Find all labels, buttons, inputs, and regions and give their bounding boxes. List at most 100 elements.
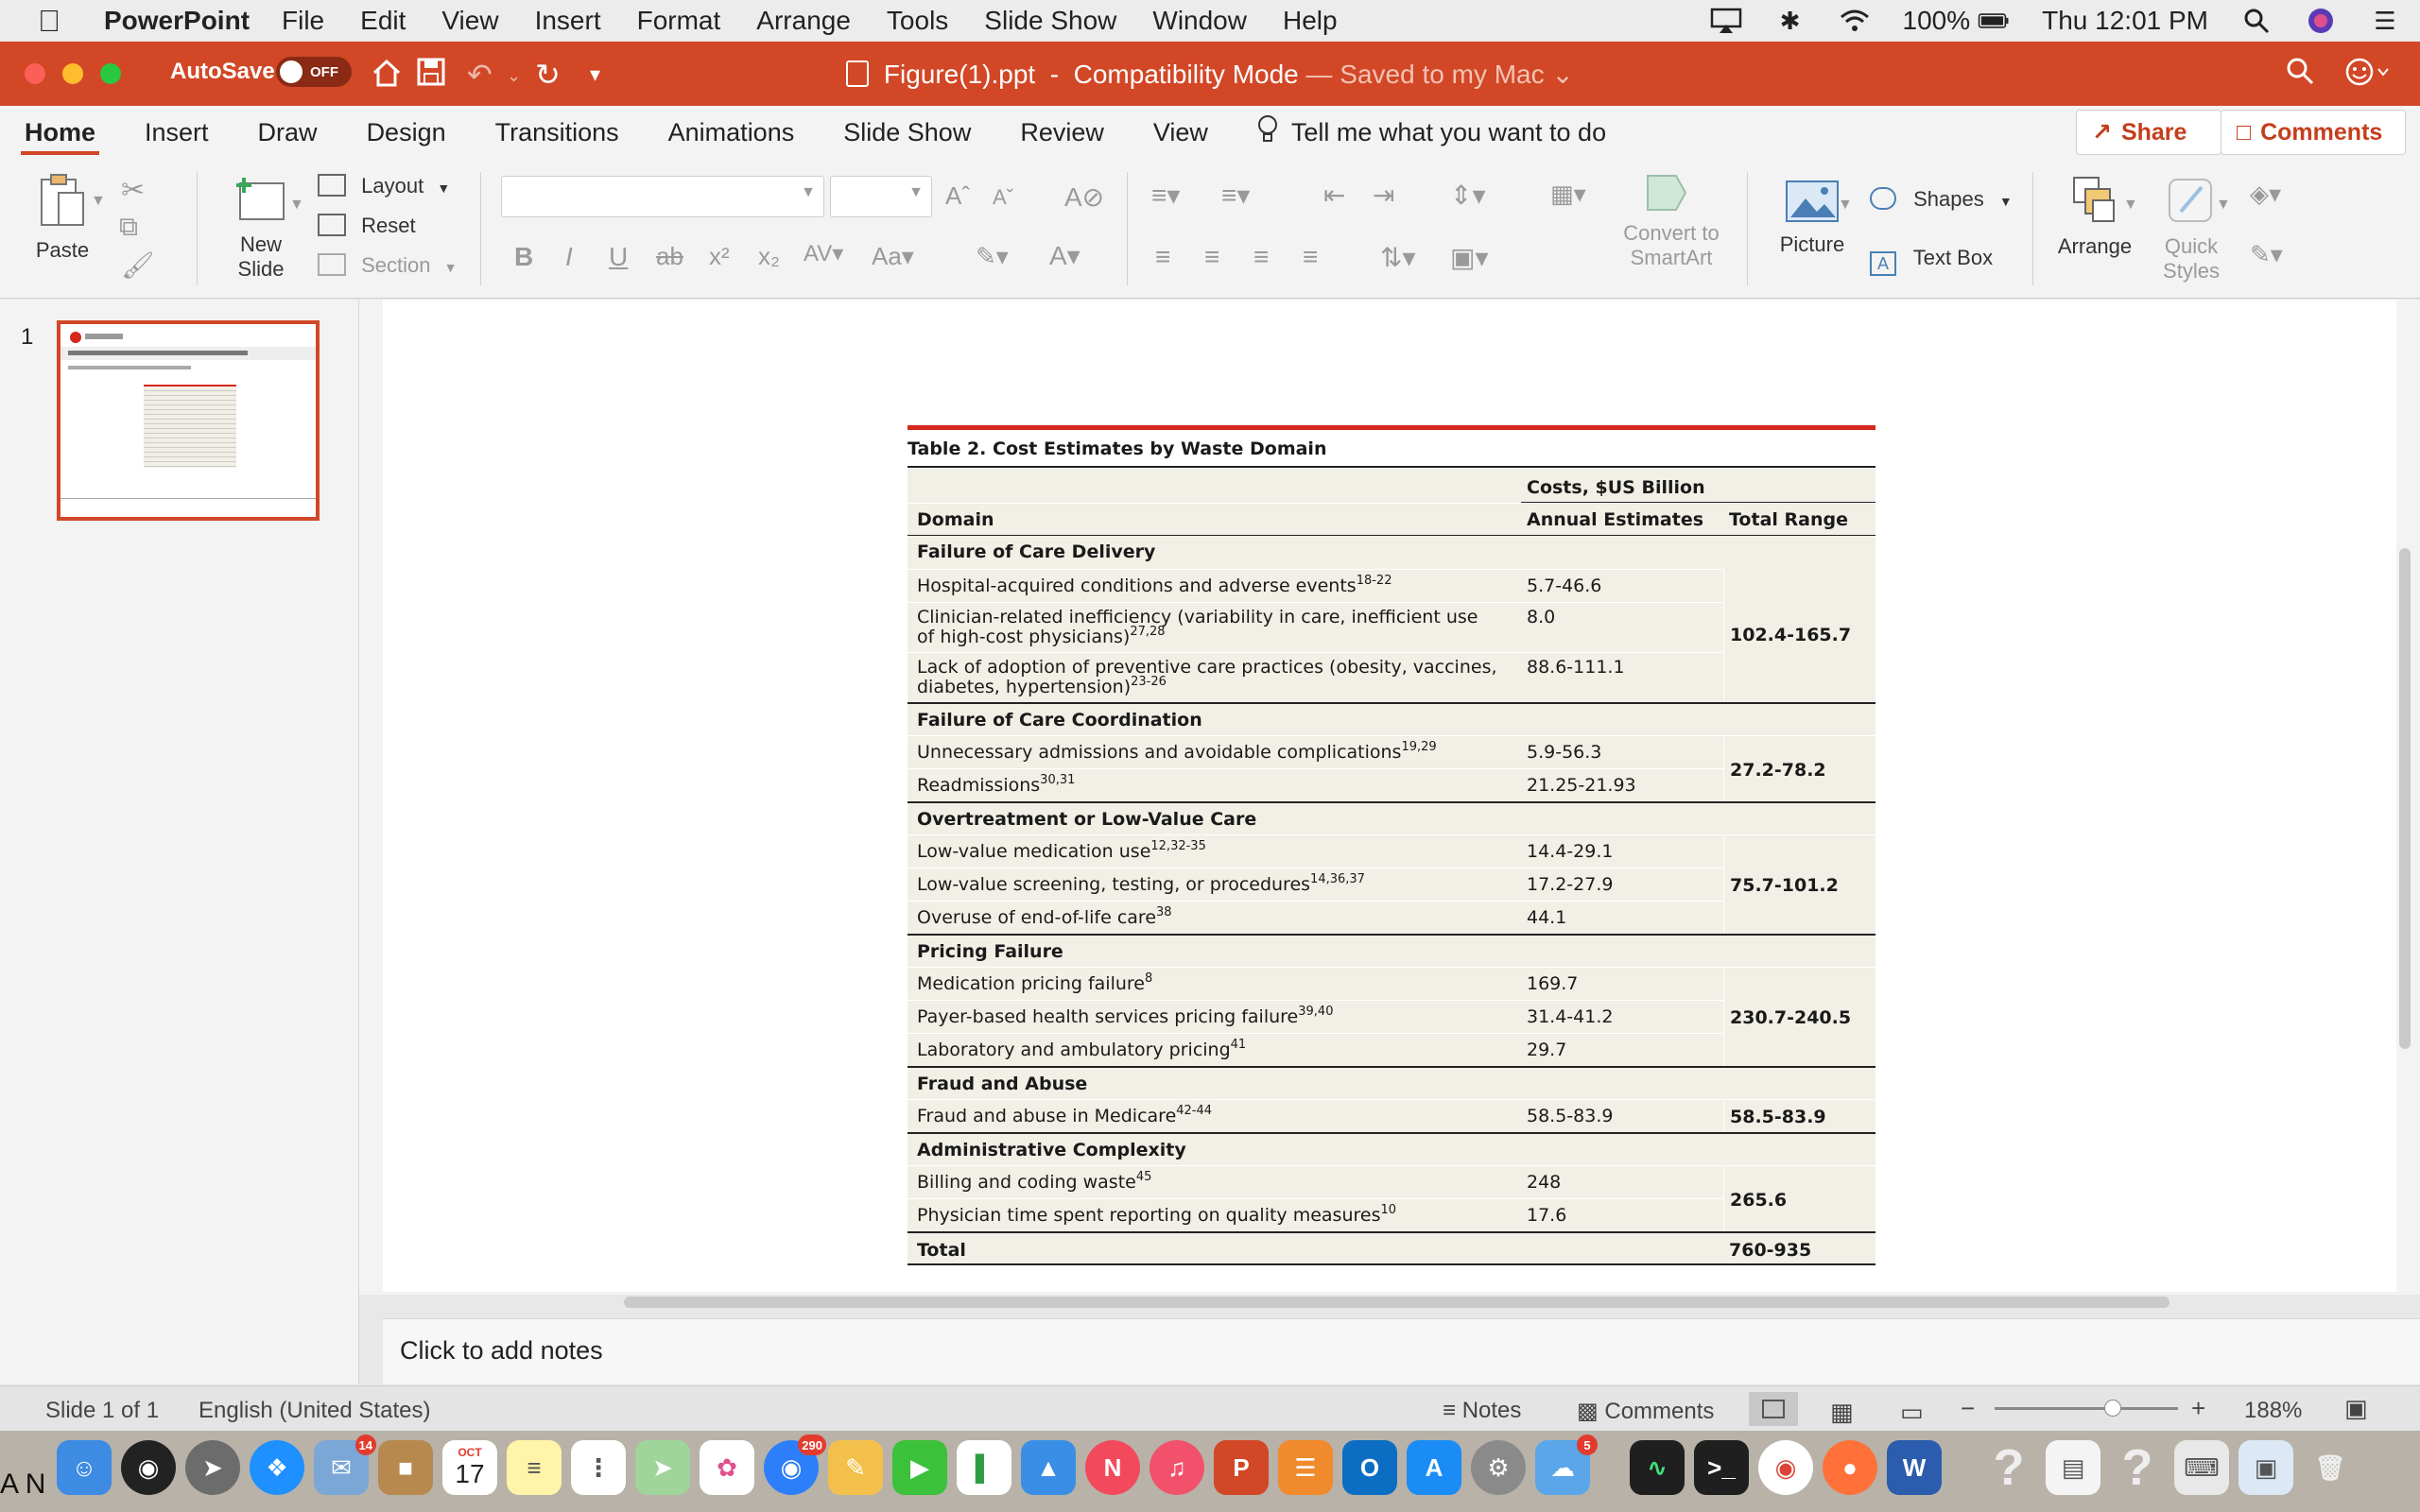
menu-help[interactable]: Help xyxy=(1283,6,1338,36)
powerpoint-icon[interactable]: P xyxy=(1214,1440,1269,1495)
undo-icon[interactable]: ↶ xyxy=(467,57,493,93)
slide-table[interactable]: Table 2. Cost Estimates by Waste Domain … xyxy=(908,425,1876,1265)
reset-button[interactable]: Reset xyxy=(318,214,416,238)
language-indicator[interactable]: English (United States) xyxy=(199,1398,430,1424)
finder-icon[interactable]: ☺ xyxy=(57,1440,112,1495)
menu-tools[interactable]: Tools xyxy=(887,6,948,36)
battery-icon[interactable] xyxy=(1978,8,2010,34)
outlook-icon[interactable]: O xyxy=(1342,1440,1397,1495)
new-slide-dropdown-icon[interactable]: ▼ xyxy=(289,197,304,214)
italic-icon[interactable]: I xyxy=(565,242,573,272)
paste-button[interactable]: Paste xyxy=(25,172,100,263)
menu-file[interactable]: File xyxy=(282,6,324,36)
font-name-dropdown[interactable]: ▼ xyxy=(501,176,824,217)
layout-button[interactable]: Layout ▼ xyxy=(318,174,450,198)
facetime-icon[interactable]: ▶ xyxy=(892,1440,947,1495)
increase-indent-icon[interactable]: ⇥ xyxy=(1373,180,1394,211)
home-icon[interactable] xyxy=(371,57,403,96)
chrome-icon[interactable]: ◉ xyxy=(1758,1440,1813,1495)
picture-dropdown-icon[interactable]: ▼ xyxy=(1838,197,1853,214)
increase-font-size-icon[interactable]: Aˆ xyxy=(945,181,970,211)
paste-dropdown-icon[interactable]: ▼ xyxy=(91,193,106,210)
format-painter-icon[interactable]: 🖌 xyxy=(121,249,155,281)
save-icon[interactable] xyxy=(416,57,446,94)
arrange-button[interactable]: Arrange xyxy=(2048,174,2142,259)
downloader-icon[interactable]: ☁ 5 xyxy=(1535,1435,1598,1495)
menu-window[interactable]: Window xyxy=(1152,6,1247,36)
document-icon[interactable]: ▤ xyxy=(2046,1440,2100,1495)
decrease-indent-icon[interactable]: ⇤ xyxy=(1323,180,1345,211)
tab-view[interactable]: View xyxy=(1129,106,1233,159)
normal-view-button[interactable] xyxy=(1749,1392,1798,1426)
app-store-icon[interactable]: A xyxy=(1407,1440,1461,1495)
pages-icon[interactable]: ✎ xyxy=(828,1440,883,1495)
zoom-in-button[interactable]: + xyxy=(2191,1394,2205,1423)
decrease-font-size-icon[interactable]: Aˇ xyxy=(993,185,1013,210)
wifi-icon[interactable] xyxy=(1839,8,1871,34)
underline-icon[interactable]: U xyxy=(609,242,628,272)
terminal-icon[interactable]: >_ xyxy=(1694,1440,1749,1495)
superscript-icon[interactable]: x² xyxy=(709,242,730,271)
clear-formatting-icon[interactable]: A⊘ xyxy=(1064,181,1104,213)
system-preferences-icon[interactable]: ⚙ xyxy=(1471,1440,1526,1495)
tab-design[interactable]: Design xyxy=(342,106,471,159)
news-icon[interactable]: N xyxy=(1085,1440,1140,1495)
tell-me-box[interactable]: Tell me what you want to do xyxy=(1233,106,1631,159)
photos-icon[interactable]: ✿ xyxy=(700,1440,754,1495)
maps-icon[interactable]: ➤ xyxy=(635,1440,690,1495)
zoom-slider[interactable] xyxy=(1995,1400,2178,1417)
shape-outline-icon[interactable]: ✎▾ xyxy=(2250,240,2283,269)
apple-icon[interactable]:  xyxy=(38,4,76,39)
keyboard-viewer-icon[interactable]: ⌨ xyxy=(2174,1440,2229,1495)
justify-icon[interactable]: ≡ xyxy=(1303,242,1318,272)
text-box-button[interactable]: A Text Box xyxy=(1870,246,1993,276)
menu-format[interactable]: Format xyxy=(637,6,721,36)
strikethrough-icon[interactable]: ab xyxy=(656,242,683,271)
autosave-toggle[interactable]: OFF xyxy=(276,57,352,87)
notes-pane[interactable]: Click to add notes xyxy=(383,1318,2420,1384)
search-icon[interactable] xyxy=(2286,57,2314,93)
align-center-icon[interactable]: ≡ xyxy=(1204,242,1219,272)
trash-icon[interactable]: 🗑 xyxy=(2303,1440,2358,1495)
quick-styles-button[interactable]: Quick Styles xyxy=(2146,174,2237,284)
zoom-out-button[interactable]: − xyxy=(1961,1394,1975,1423)
picture-button[interactable]: Picture xyxy=(1768,180,1857,257)
undo-dropdown-icon[interactable]: ⌄ xyxy=(507,66,521,86)
shape-fill-icon[interactable]: ◈▾ xyxy=(2250,180,2281,209)
minimize-window-button[interactable] xyxy=(62,63,83,84)
share-button[interactable]: ↗ Share xyxy=(2076,110,2221,155)
new-slide-button[interactable]: New Slide xyxy=(216,172,306,282)
mail-icon[interactable]: ✉ 14 xyxy=(314,1435,376,1495)
numbers-icon[interactable]: ▌ xyxy=(957,1440,1011,1495)
menu-clock[interactable]: Thu 12:01 PM xyxy=(2042,6,2208,36)
numbering-icon[interactable]: ≡▾ xyxy=(1221,180,1250,211)
save-status[interactable]: — Saved to my Mac xyxy=(1306,60,1545,89)
align-text-icon[interactable]: ▣▾ xyxy=(1450,242,1489,273)
menu-edit[interactable]: Edit xyxy=(360,6,406,36)
bold-icon[interactable]: B xyxy=(514,242,533,272)
activity-monitor-icon[interactable]: ∿ xyxy=(1630,1440,1685,1495)
horizontal-scrollbar[interactable] xyxy=(624,1297,2169,1308)
keynote-icon[interactable]: ▲ xyxy=(1021,1440,1076,1495)
notes-app-icon[interactable]: ≡ xyxy=(507,1440,562,1495)
siri-dock-icon[interactable]: ◉ xyxy=(121,1440,176,1495)
music-icon[interactable]: ♫ xyxy=(1150,1440,1204,1495)
text-direction-icon[interactable]: ⇅▾ xyxy=(1380,242,1416,273)
zoom-window-button[interactable] xyxy=(100,63,121,84)
menu-arrange[interactable]: Arrange xyxy=(756,6,851,36)
notes-toggle[interactable]: ≡ Notes xyxy=(1443,1398,1521,1424)
tab-home[interactable]: Home xyxy=(0,106,120,159)
firefox-icon[interactable]: ● xyxy=(1823,1440,1877,1495)
notification-center-icon[interactable]: ☰ xyxy=(2369,7,2401,35)
zoom-level[interactable]: 188% xyxy=(2244,1398,2302,1424)
section-button[interactable]: Section ▼ xyxy=(318,253,458,278)
tab-draw[interactable]: Draw xyxy=(233,106,342,159)
safari-icon[interactable]: ❖ xyxy=(250,1440,304,1495)
arrange-dropdown-icon[interactable]: ▼ xyxy=(2123,197,2138,214)
vertical-scrollbar[interactable] xyxy=(2399,548,2411,1049)
character-spacing-icon[interactable]: AV▾ xyxy=(804,240,843,267)
contacts-icon[interactable]: ■ xyxy=(378,1440,433,1495)
word-icon[interactable]: W xyxy=(1887,1440,1942,1495)
comments-toggle[interactable]: ▩ Comments xyxy=(1577,1398,1714,1425)
fit-to-window-icon[interactable]: ▣ xyxy=(2344,1394,2368,1423)
